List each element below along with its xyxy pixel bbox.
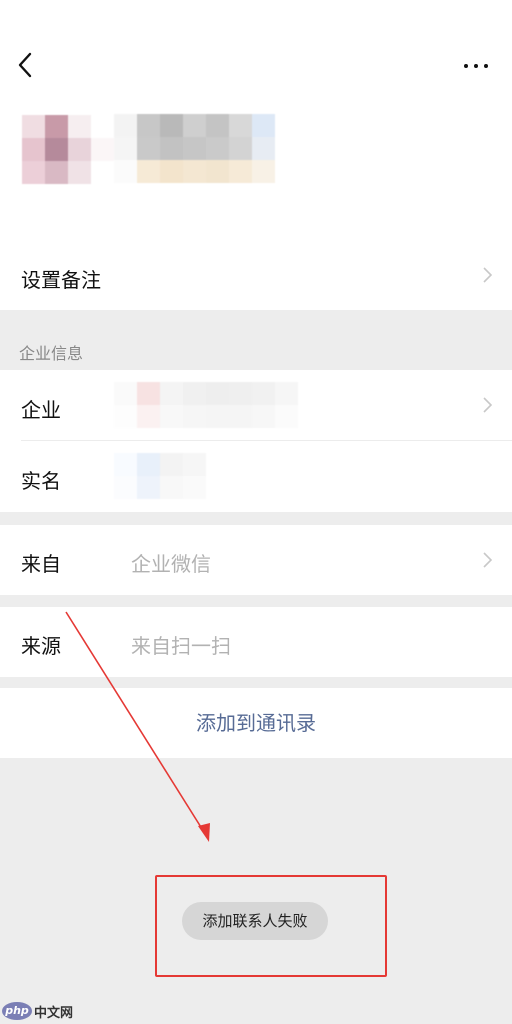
source-label: 来源 bbox=[21, 634, 61, 658]
source-from-label: 来自 bbox=[21, 552, 61, 576]
realname-row: 实名 bbox=[0, 441, 512, 512]
name-pixel bbox=[137, 160, 160, 183]
contact-name-blurred bbox=[114, 114, 275, 183]
avatar-pixel bbox=[22, 161, 45, 184]
set-remark-label: 设置备注 bbox=[21, 268, 101, 292]
chevron-right-icon bbox=[483, 397, 493, 413]
avatar-pixel bbox=[68, 161, 91, 184]
enterprise-value-blurred bbox=[114, 382, 298, 428]
company-info-group: 企业 实名 bbox=[0, 370, 512, 512]
avatar-pixel bbox=[22, 138, 45, 161]
source-from-row[interactable]: 来自 企业微信 bbox=[0, 525, 512, 595]
name-pixel bbox=[160, 114, 183, 137]
name-pixel bbox=[160, 160, 183, 183]
name-pixel bbox=[229, 114, 252, 137]
chevron-right-icon bbox=[483, 267, 493, 283]
name-pixel bbox=[160, 137, 183, 160]
add-to-contacts-button[interactable]: 添加到通讯录 bbox=[0, 688, 512, 758]
watermark: php 中文网 bbox=[2, 1000, 73, 1022]
name-pixel bbox=[114, 114, 137, 137]
watermark-text: 中文网 bbox=[34, 1005, 74, 1021]
name-pixel bbox=[206, 160, 229, 183]
realname-value-blurred bbox=[114, 453, 206, 499]
chevron-left-icon bbox=[18, 52, 32, 78]
source-row: 来源 来自扫一扫 bbox=[0, 607, 512, 677]
name-pixel bbox=[229, 160, 252, 183]
avatar-pixel bbox=[45, 161, 68, 184]
name-pixel bbox=[183, 114, 206, 137]
avatar-pixel bbox=[68, 138, 91, 161]
set-remark-row[interactable]: 设置备注 bbox=[0, 240, 512, 310]
name-pixel bbox=[137, 114, 160, 137]
avatar-pixel bbox=[68, 115, 91, 138]
name-pixel bbox=[114, 137, 137, 160]
avatar-pixel bbox=[22, 115, 45, 138]
name-pixel bbox=[137, 137, 160, 160]
avatar-pixel bbox=[45, 138, 68, 161]
back-button[interactable] bbox=[12, 48, 42, 82]
section-title: 企业信息 bbox=[19, 344, 84, 363]
more-horizontal-icon bbox=[464, 64, 468, 68]
name-pixel bbox=[114, 160, 137, 183]
name-pixel bbox=[183, 137, 206, 160]
name-pixel bbox=[183, 160, 206, 183]
php-logo: php bbox=[2, 1002, 32, 1020]
name-pixel bbox=[206, 114, 229, 137]
enterprise-label: 企业 bbox=[21, 398, 61, 422]
avatar-pixel bbox=[45, 115, 68, 138]
name-pixel bbox=[252, 160, 275, 183]
avatar[interactable] bbox=[22, 115, 114, 184]
source-value: 来自扫一扫 bbox=[131, 634, 231, 658]
source-from-value: 企业微信 bbox=[131, 552, 211, 576]
name-pixel bbox=[206, 137, 229, 160]
avatar-pixel bbox=[91, 138, 114, 161]
name-pixel bbox=[252, 137, 275, 160]
enterprise-row[interactable]: 企业 bbox=[0, 370, 512, 440]
toast-message: 添加联系人失败 bbox=[182, 902, 328, 940]
profile-header bbox=[0, 0, 512, 240]
avatar-pixel bbox=[91, 115, 114, 138]
name-pixel bbox=[229, 137, 252, 160]
realname-label: 实名 bbox=[21, 469, 61, 493]
more-button[interactable] bbox=[456, 52, 496, 80]
name-pixel bbox=[252, 114, 275, 137]
avatar-pixel bbox=[91, 161, 114, 184]
chevron-right-icon bbox=[483, 552, 493, 568]
